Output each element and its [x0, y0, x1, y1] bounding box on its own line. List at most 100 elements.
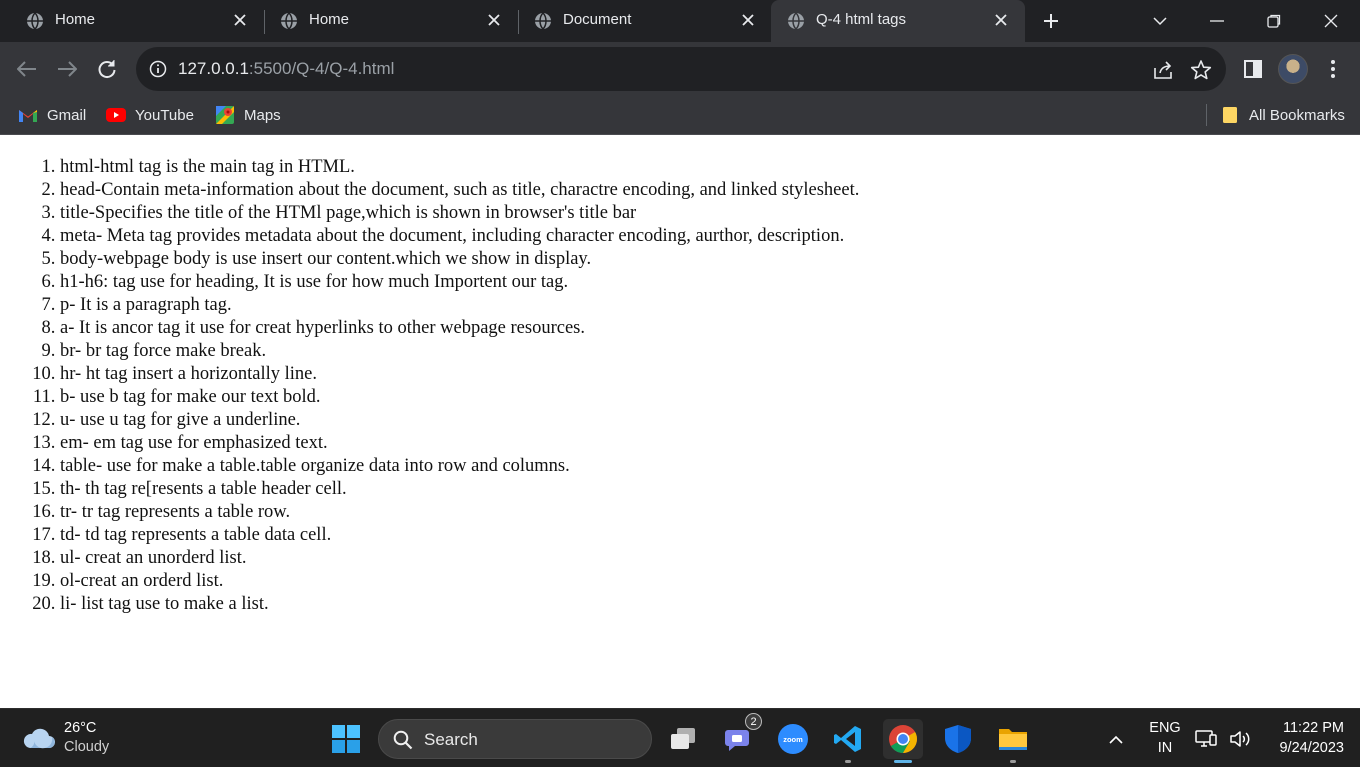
close-tab-icon[interactable] — [991, 10, 1011, 30]
start-button[interactable] — [326, 719, 366, 759]
chrome-icon — [889, 725, 917, 753]
bookmark-label: YouTube — [135, 106, 194, 124]
network-button[interactable] — [1192, 719, 1220, 759]
chrome-app[interactable] — [883, 719, 923, 763]
weather-widget[interactable]: 26°C Cloudy — [22, 719, 142, 759]
zoom-icon: zoom — [778, 724, 808, 754]
minimize-button[interactable] — [1202, 6, 1232, 36]
bookmark-label: Gmail — [47, 106, 87, 124]
list-item: head-Contain meta-information about the … — [60, 179, 859, 202]
close-tab-icon[interactable] — [738, 10, 758, 30]
vscode-app[interactable] — [828, 719, 868, 763]
show-hidden-icons-button[interactable] — [1096, 719, 1136, 759]
speaker-icon — [1230, 731, 1250, 747]
clock[interactable]: 11:22 PM 9/24/2023 — [1262, 709, 1352, 768]
cloud-icon — [23, 728, 55, 749]
windows-logo-icon — [332, 725, 360, 753]
list-item: em- em tag use for emphasized text. — [60, 432, 859, 455]
restore-button[interactable] — [1259, 6, 1289, 36]
back-button[interactable] — [13, 55, 41, 83]
teams-icon — [725, 730, 749, 751]
page-content: html-html tag is the main tag in HTML. h… — [0, 136, 1360, 708]
list-item: table- use for make a table.table organi… — [60, 455, 859, 478]
list-item: body-webpage body is use insert our cont… — [60, 248, 859, 271]
list-item: li- list tag use to make a list. — [60, 593, 859, 616]
list-item: th- th tag re[resents a table header cel… — [60, 478, 859, 501]
bookmark-youtube[interactable]: YouTube — [106, 104, 194, 126]
task-view-button[interactable] — [663, 719, 703, 759]
folder-icon — [999, 729, 1027, 750]
close-tab-icon[interactable] — [230, 10, 250, 30]
html-tags-list: html-html tag is the main tag in HTML. h… — [60, 156, 859, 616]
tab-search-chevron-icon[interactable] — [1145, 6, 1175, 36]
list-item: title-Specifies the title of the HTMl pa… — [60, 202, 859, 225]
list-item: html-html tag is the main tag in HTML. — [60, 156, 859, 179]
globe-icon — [281, 12, 297, 30]
youtube-icon — [106, 106, 126, 124]
maps-icon — [215, 106, 235, 124]
bookmark-gmail[interactable]: Gmail — [18, 104, 86, 126]
bookmark-label: Maps — [244, 106, 281, 124]
new-tab-button[interactable] — [1038, 8, 1064, 34]
clock-time: 11:22 PM — [1283, 720, 1344, 736]
bookmark-maps[interactable]: Maps — [215, 104, 281, 126]
list-item: meta- Meta tag provides metadata about t… — [60, 225, 859, 248]
defender-app[interactable] — [938, 719, 978, 759]
menu-kebab-icon[interactable] — [1320, 56, 1346, 82]
forward-button[interactable] — [53, 55, 81, 83]
url-text[interactable]: 127.0.0.1:5500/Q-4/Q-4.html — [178, 59, 394, 79]
bookmark-star-icon[interactable] — [1190, 59, 1212, 81]
reload-button[interactable] — [93, 55, 121, 83]
tab-title: Q-4 html tags — [816, 11, 907, 28]
volume-button[interactable] — [1226, 719, 1254, 759]
globe-icon — [788, 12, 804, 30]
browser-toolbar: 127.0.0.1:5500/Q-4/Q-4.html — [0, 42, 1360, 96]
tab-home-2[interactable]: Home — [264, 0, 518, 42]
close-window-button[interactable] — [1316, 6, 1346, 36]
weather-temperature: 26°C — [64, 720, 97, 736]
list-item: ol-creat an orderd list. — [60, 570, 859, 593]
tab-home-1[interactable]: Home — [10, 0, 264, 42]
globe-icon — [27, 12, 43, 30]
teams-chat-button[interactable]: 2 — [718, 713, 762, 759]
tab-title: Document — [563, 11, 632, 28]
language-code: ENG — [1149, 720, 1181, 736]
list-item: tr- tr tag represents a table row. — [60, 501, 859, 524]
globe-icon — [535, 12, 551, 30]
tab-q4-html-tags[interactable]: Q-4 html tags — [771, 0, 1025, 42]
tab-document[interactable]: Document — [518, 0, 772, 42]
shield-icon — [945, 725, 971, 753]
search-icon — [393, 730, 413, 750]
zoom-label: zoom — [783, 734, 803, 744]
list-item: b- use b tag for make our text bold. — [60, 386, 859, 409]
tab-strip: Home Home Document Q-4 html tags — [0, 0, 1360, 42]
side-panel-icon[interactable] — [1240, 56, 1266, 82]
all-bookmarks[interactable]: All Bookmarks — [1220, 104, 1345, 126]
list-item: h1-h6: tag use for heading, It is use fo… — [60, 271, 859, 294]
zoom-app[interactable]: zoom — [773, 719, 813, 759]
close-tab-icon[interactable] — [484, 10, 504, 30]
site-info-icon[interactable] — [149, 60, 167, 78]
profile-avatar[interactable] — [1278, 54, 1308, 84]
running-indicator — [1010, 760, 1016, 763]
region-code: IN — [1157, 740, 1173, 756]
url-host: 127.0.0.1 — [178, 59, 249, 78]
address-bar[interactable]: 127.0.0.1:5500/Q-4/Q-4.html — [136, 47, 1226, 91]
file-explorer-app[interactable] — [993, 719, 1033, 763]
url-path: :5500/Q-4/Q-4.html — [248, 59, 395, 78]
running-indicator — [845, 760, 851, 763]
list-item: ul- creat an unorderd list. — [60, 547, 859, 570]
tab-title: Home — [309, 11, 350, 28]
list-item: a- It is ancor tag it use for creat hype… — [60, 317, 859, 340]
language-indicator[interactable]: ENG IN — [1145, 709, 1185, 768]
weather-condition: Cloudy — [64, 739, 110, 755]
gmail-icon — [18, 106, 38, 124]
list-item: hr- ht tag insert a horizontally line. — [60, 363, 859, 386]
taskbar-search[interactable]: Search — [378, 719, 652, 759]
task-view-icon — [671, 728, 695, 749]
share-icon[interactable] — [1152, 59, 1174, 81]
clock-date: 9/24/2023 — [1279, 740, 1344, 756]
network-icon — [1195, 730, 1217, 747]
list-item: p- It is a paragraph tag. — [60, 294, 859, 317]
folder-icon — [1220, 106, 1240, 124]
